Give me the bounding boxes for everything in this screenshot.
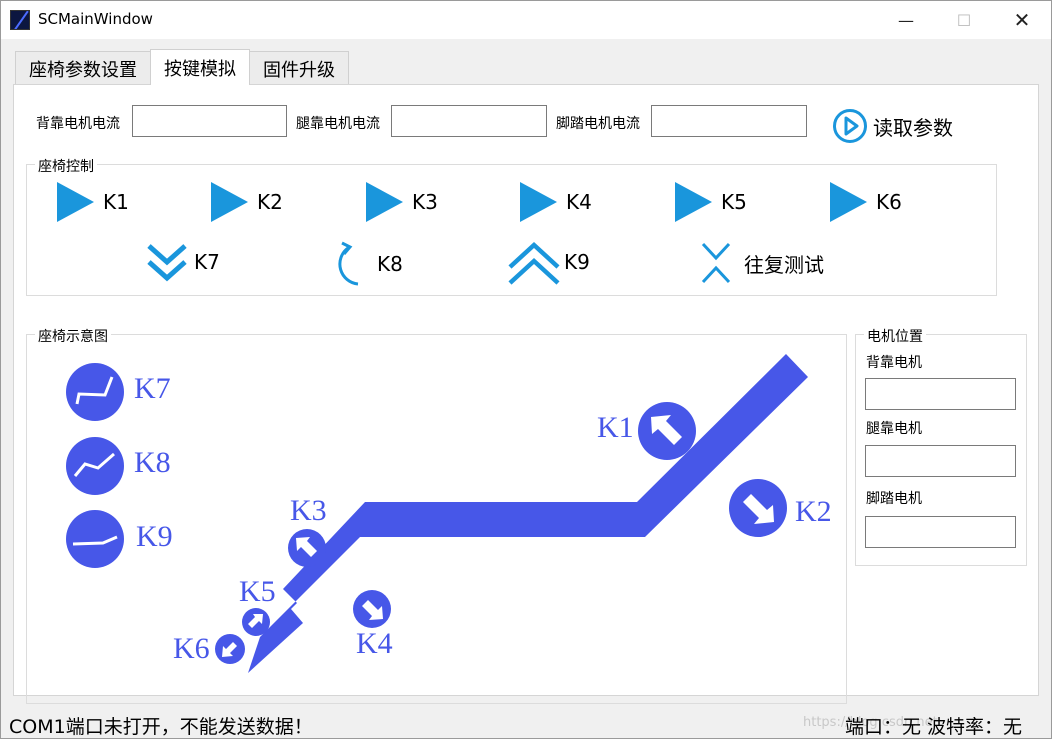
k4-button[interactable]: K4 bbox=[520, 182, 592, 222]
k9-label: K9 bbox=[564, 250, 590, 274]
k2-diagram-label: K2 bbox=[795, 495, 832, 528]
rotate-arrow-icon bbox=[338, 241, 359, 286]
k5-button[interactable]: K5 bbox=[675, 182, 747, 222]
main-window: SCMainWindow — ☐ ✕ 座椅参数设置 按键模拟 固件升级 背靠电机… bbox=[0, 0, 1052, 739]
motor-position-group: 电机位置 背靠电机 腿靠电机 脚踏电机 bbox=[855, 326, 1027, 566]
play-arrow-icon bbox=[57, 182, 94, 222]
k8-button[interactable]: K8 bbox=[332, 240, 403, 288]
k3-label: K3 bbox=[412, 190, 438, 214]
double-chevron-down-icon bbox=[147, 244, 187, 282]
tab-bar: 座椅参数设置 按键模拟 固件升级 bbox=[15, 49, 349, 85]
k6-arrow-down-left-icon[interactable] bbox=[214, 633, 246, 665]
seat-diagram-group: 座椅示意图 K7 K8 K9 K1 K2 K3 K4 K5 K6 bbox=[26, 326, 847, 704]
k8-label: K8 bbox=[377, 252, 403, 276]
status-message: COM1端口未打开，不能发送数据！ bbox=[9, 716, 313, 738]
k2-label: K2 bbox=[257, 190, 283, 214]
k4-arrow-down-right-icon[interactable] bbox=[352, 589, 392, 629]
motor-position-title: 电机位置 bbox=[864, 326, 926, 346]
k2-button[interactable]: K2 bbox=[211, 182, 283, 222]
k9-button[interactable]: K9 bbox=[507, 237, 590, 287]
k1-button[interactable]: K1 bbox=[57, 182, 129, 222]
leg-current-label: 腿靠电机电流 bbox=[296, 116, 380, 132]
window-title: SCMainWindow bbox=[38, 10, 153, 28]
seat-control-group: 座椅控制 K1 K2 K3 K4 K5 K6 K7 K8 K9 往复测试 bbox=[26, 156, 997, 296]
minimize-button[interactable]: — bbox=[877, 1, 935, 39]
back-motor-label: 背靠电机 bbox=[866, 355, 922, 371]
foot-current-label: 脚踏电机电流 bbox=[556, 116, 640, 132]
k3-button[interactable]: K3 bbox=[366, 182, 438, 222]
reciprocating-test-label: 往复测试 bbox=[744, 252, 824, 277]
port-info: 端口：无 波特率：无 bbox=[845, 716, 1023, 738]
close-button[interactable]: ✕ bbox=[993, 1, 1051, 39]
k3-diagram-label: K3 bbox=[290, 494, 327, 527]
k1-diagram-label: K1 bbox=[597, 411, 634, 444]
seat-control-title: 座椅控制 bbox=[35, 156, 97, 176]
leg-motor-label: 腿靠电机 bbox=[866, 421, 922, 437]
play-arrow-icon bbox=[366, 182, 403, 222]
k5-diagram-label: K5 bbox=[239, 575, 276, 608]
leg-current-field[interactable] bbox=[391, 105, 547, 137]
play-arrow-icon bbox=[211, 182, 248, 222]
foot-current-field[interactable] bbox=[651, 105, 807, 137]
play-arrow-icon bbox=[675, 182, 712, 222]
k1-label: K1 bbox=[103, 190, 129, 214]
k8-seat-mode-icon[interactable] bbox=[65, 436, 125, 496]
k6-diagram-label: K6 bbox=[173, 632, 210, 665]
foot-motor-label: 脚踏电机 bbox=[866, 491, 922, 507]
play-arrow-icon bbox=[830, 182, 867, 222]
read-params-button[interactable]: 读取参数 bbox=[832, 108, 953, 144]
k2-arrow-down-right-icon[interactable] bbox=[728, 478, 788, 538]
back-current-field[interactable] bbox=[132, 105, 287, 137]
k4-label: K4 bbox=[566, 190, 592, 214]
k7-seat-mode-icon[interactable] bbox=[65, 362, 125, 422]
tab-seat-params[interactable]: 座椅参数设置 bbox=[15, 51, 151, 85]
k1-arrow-up-left-icon[interactable] bbox=[637, 401, 697, 461]
app-icon bbox=[10, 10, 30, 30]
k9-seat-mode-icon[interactable] bbox=[65, 509, 125, 569]
reciprocating-test-button[interactable]: 往复测试 bbox=[700, 241, 824, 285]
tab-key-simulation[interactable]: 按键模拟 bbox=[150, 49, 250, 85]
reciprocate-icon bbox=[701, 242, 731, 284]
foot-motor-field[interactable] bbox=[865, 516, 1016, 548]
seat-shape bbox=[248, 354, 808, 673]
k7-button[interactable]: K7 bbox=[145, 240, 220, 284]
double-chevron-up-icon bbox=[508, 241, 560, 285]
back-current-label: 背靠电机电流 bbox=[36, 116, 120, 132]
k4-diagram-label: K4 bbox=[356, 627, 393, 660]
k7-label: K7 bbox=[194, 250, 220, 274]
k8-diagram-label: K8 bbox=[134, 446, 171, 479]
tab-firmware-upgrade[interactable]: 固件升级 bbox=[249, 51, 349, 85]
k6-label: K6 bbox=[876, 190, 902, 214]
back-motor-field[interactable] bbox=[865, 378, 1016, 410]
play-arrow-icon bbox=[520, 182, 557, 222]
read-params-label: 读取参数 bbox=[873, 115, 953, 140]
k9-diagram-label: K9 bbox=[136, 520, 173, 553]
k7-diagram-label: K7 bbox=[134, 372, 171, 405]
play-circle-icon bbox=[833, 109, 867, 143]
k5-label: K5 bbox=[721, 190, 747, 214]
maximize-button[interactable]: ☐ bbox=[935, 1, 993, 39]
title-bar: SCMainWindow — ☐ ✕ bbox=[1, 1, 1051, 39]
k3-arrow-up-left-icon[interactable] bbox=[287, 528, 327, 568]
tab-panel: 背靠电机电流 腿靠电机电流 脚踏电机电流 读取参数 座椅控制 K1 K2 K3 … bbox=[13, 84, 1039, 704]
k6-button[interactable]: K6 bbox=[830, 182, 902, 222]
leg-motor-field[interactable] bbox=[865, 445, 1016, 477]
